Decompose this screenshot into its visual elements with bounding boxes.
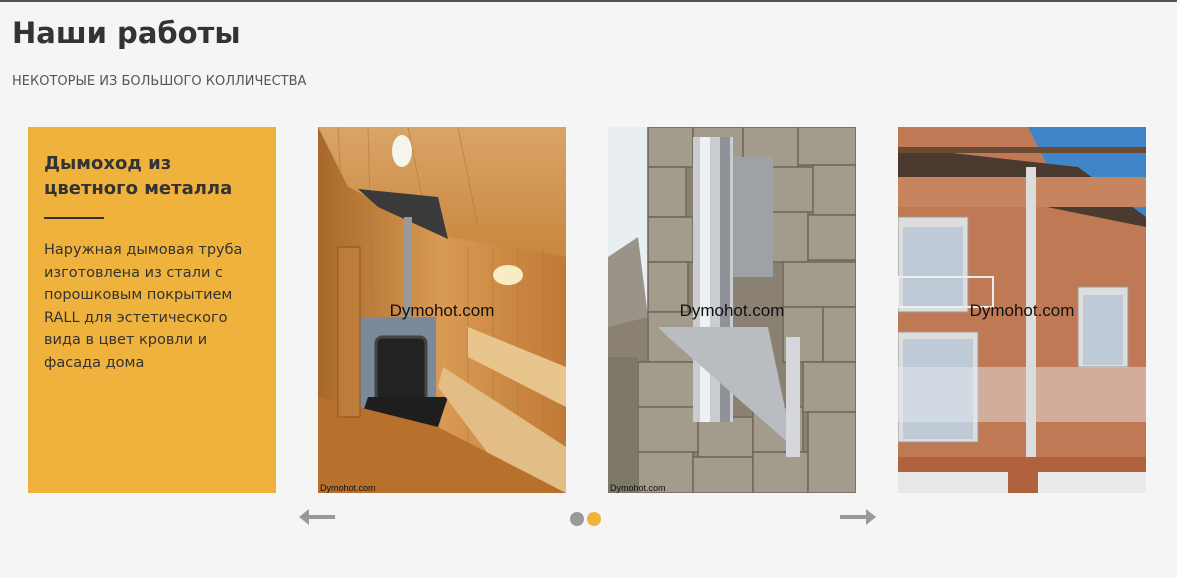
slide-watermark: Dymohot.com [389,301,495,320]
carousel-dot-2-active[interactable] [587,512,601,526]
page-title: Наши работы [12,16,241,50]
carousel-dot-1[interactable] [570,512,584,526]
arrow-right-icon [840,509,876,525]
slide-watermark: Dymohot.com [679,301,785,320]
project-info-card: Дымоход из цветного металла Наружная дым… [28,127,276,493]
slide-caption: Dymohot.com [610,483,666,493]
carousel-next-button[interactable] [840,507,876,527]
gallery-slide-house-facade[interactable]: Dymohot.com [898,127,1146,493]
gallery-slide-sauna[interactable]: Dymohot.com Dymohot.com [318,127,566,493]
arrow-left-icon [299,509,335,525]
gallery-slide-stone-chimney[interactable]: Dymohot.com Dymohot.com [608,127,856,493]
project-title: Дымоход из цветного металла [44,153,233,199]
slide-watermark: Dymohot.com [969,301,1075,320]
page-subtitle: НЕКОТОРЫЕ ИЗ БОЛЬШОГО КОЛЛИЧЕСТВА [12,74,307,89]
carousel-prev-button[interactable] [299,507,335,527]
project-description: Наружная дымовая труба изготовлена из ст… [44,242,243,371]
carousel-pagination [570,512,601,526]
title-divider [44,217,104,219]
slide-caption: Dymohot.com [320,483,376,493]
